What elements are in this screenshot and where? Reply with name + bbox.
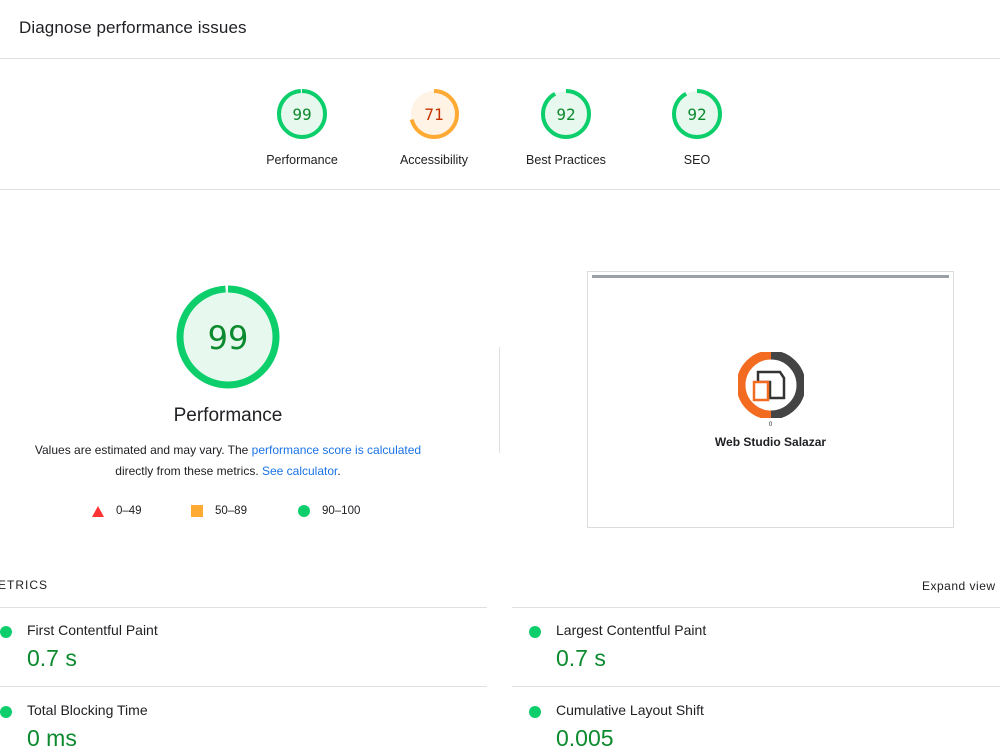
- divider: [0, 686, 487, 687]
- gauge-ring-icon: 99: [277, 89, 327, 139]
- page-title: Diagnose performance issues: [19, 18, 247, 37]
- metric-value: 0 ms: [27, 725, 77, 751]
- legend-label: 0–49: [116, 505, 142, 517]
- triangle-icon: [92, 505, 104, 517]
- screenshot-top-bar: [592, 275, 949, 278]
- metric-value: 0.7 s: [556, 645, 606, 671]
- main-score-value: 99: [208, 319, 249, 357]
- gauge-ring-icon: 99: [176, 285, 280, 389]
- gauge-ring-icon: 71: [409, 89, 459, 139]
- pass-circle-icon: [529, 706, 541, 718]
- gauge-label: Accessibility: [399, 153, 469, 167]
- score-gauges: 99 Performance 71 Accessibility 92 Best …: [0, 59, 1000, 190]
- page-screenshot[interactable]: 0 Web Studio Salazar: [587, 271, 954, 528]
- metric-name: Total Blocking Time: [27, 702, 148, 718]
- performance-main-gauge: 99: [174, 283, 282, 391]
- divider: [0, 607, 487, 608]
- brand-name: Web Studio Salazar: [714, 435, 827, 449]
- gauge-score: 92: [687, 105, 706, 124]
- gauge-best-practices[interactable]: 92 Best Practices: [506, 86, 626, 167]
- legend-label: 90–100: [322, 505, 361, 517]
- gauge-score: 99: [292, 105, 311, 124]
- gauge-label: Best Practices: [526, 153, 606, 167]
- web-studio-logo-icon: [738, 352, 804, 418]
- metric-name: First Contentful Paint: [27, 622, 158, 638]
- gauge-ring-icon: 92: [541, 89, 591, 139]
- legend-average: 50–89: [191, 505, 247, 517]
- expand-view-button[interactable]: Expand view: [922, 579, 996, 593]
- legend-pass: 90–100: [298, 505, 360, 517]
- main-score-label: Performance: [173, 405, 283, 426]
- gauge-performance[interactable]: 99 Performance: [242, 86, 362, 167]
- legend-label: 50–89: [215, 505, 247, 517]
- metric-name: Largest Contentful Paint: [556, 622, 707, 638]
- gauge-label: SEO: [683, 153, 711, 167]
- legend-fail: 0–49: [92, 505, 142, 517]
- gauge-ring-icon: 92: [672, 89, 722, 139]
- pass-circle-icon: [529, 626, 541, 638]
- see-calculator-link[interactable]: See calculator: [262, 464, 337, 478]
- gauge-seo[interactable]: 92 SEO: [637, 86, 757, 167]
- gauge-score: 92: [556, 105, 575, 124]
- divider: [499, 347, 500, 453]
- description-text: directly from these metrics.: [115, 464, 262, 478]
- metric-value: 0.005: [556, 725, 614, 751]
- gauge-score: 71: [424, 105, 443, 124]
- logo-mark: 0: [768, 422, 773, 428]
- gauge-label: Performance: [266, 153, 338, 167]
- score-calculated-link[interactable]: performance score is calculated: [252, 443, 421, 457]
- header-bar: Diagnose performance issues: [0, 0, 1000, 59]
- circle-icon: [298, 505, 310, 517]
- divider: [512, 607, 1000, 608]
- score-description: Values are estimated and may vary. The p…: [10, 440, 446, 482]
- square-icon: [191, 505, 203, 517]
- metric-value: 0.7 s: [27, 645, 77, 671]
- divider: [512, 686, 1000, 687]
- description-text: Values are estimated and may vary. The: [34, 443, 252, 457]
- pass-circle-icon: [0, 706, 12, 718]
- metrics-heading: ETRICS: [0, 578, 49, 592]
- metric-name: Cumulative Layout Shift: [556, 702, 704, 718]
- gauge-accessibility[interactable]: 71 Accessibility: [374, 86, 494, 167]
- description-text: .: [337, 464, 341, 478]
- pass-circle-icon: [0, 626, 12, 638]
